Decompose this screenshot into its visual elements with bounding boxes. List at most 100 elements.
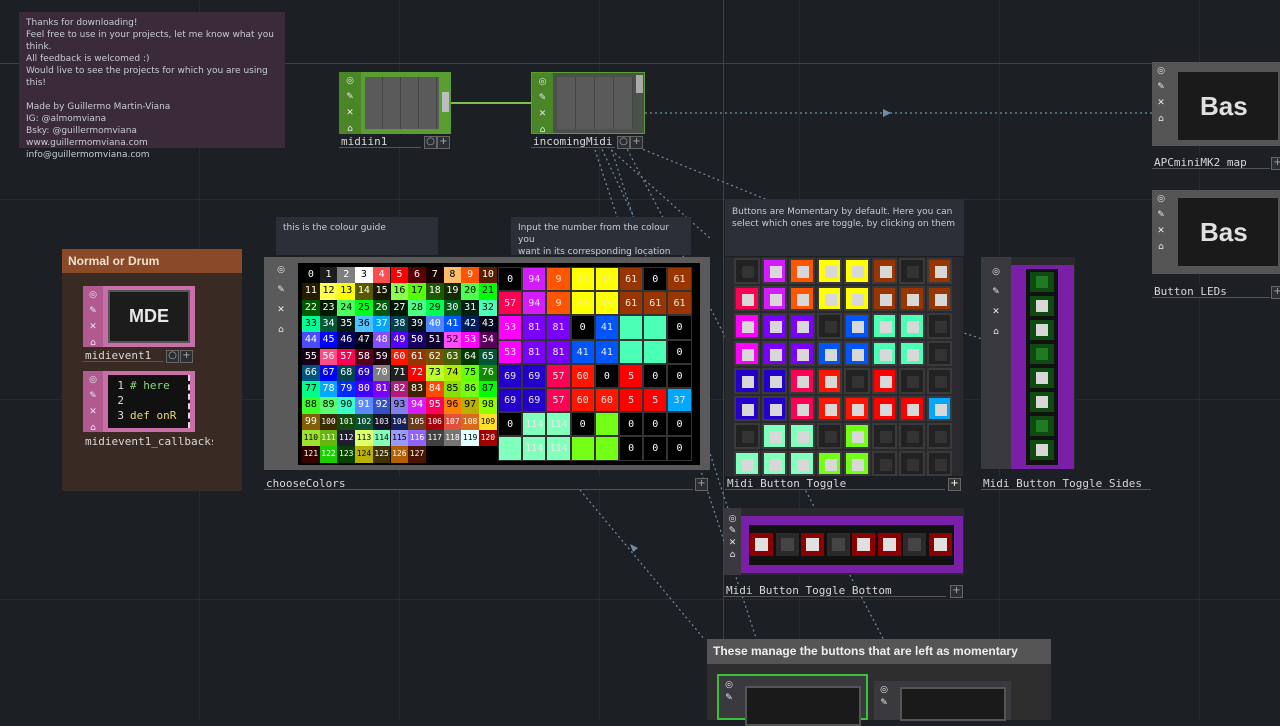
- input-colour-cell[interactable]: 0: [643, 412, 668, 437]
- close-icon[interactable]: ✕: [729, 538, 737, 548]
- close-icon[interactable]: ✕: [992, 307, 1000, 317]
- target-icon[interactable]: ◎: [725, 680, 733, 690]
- close-icon[interactable]: ✕: [277, 305, 285, 315]
- target-icon[interactable]: ◎: [992, 267, 1000, 277]
- input-colour-cell[interactable]: 9: [546, 267, 571, 292]
- pencil-icon[interactable]: ✎: [89, 306, 97, 316]
- midievent1-callbacks-label[interactable]: midievent1_callbacks: [83, 435, 213, 448]
- incomingmidi-plus-button[interactable]: +: [630, 136, 643, 149]
- toggle-pad[interactable]: [761, 395, 787, 421]
- sides-button-column[interactable]: [1026, 269, 1058, 465]
- toggle-pad[interactable]: [761, 368, 787, 394]
- side-toggle-pad[interactable]: [1030, 368, 1054, 388]
- input-colour-cell[interactable]: 13: [570, 267, 595, 292]
- input-colour-cell[interactable]: 61: [619, 267, 644, 292]
- input-colour-cell[interactable]: 9: [546, 291, 571, 316]
- input-colour-cell[interactable]: 0: [667, 412, 692, 437]
- input-colour-cell[interactable]: 0: [498, 267, 523, 292]
- target-icon[interactable]: ◎: [89, 375, 97, 385]
- input-colour-cell[interactable]: 114: [546, 436, 571, 461]
- close-icon[interactable]: ✕: [539, 109, 547, 119]
- button-leds-plus-button[interactable]: +: [1271, 286, 1280, 299]
- input-colour-cell[interactable]: 0: [594, 363, 619, 388]
- input-colour-cell[interactable]: [570, 436, 595, 461]
- close-icon[interactable]: ✕: [1157, 98, 1165, 108]
- toggle-pad[interactable]: [761, 423, 787, 449]
- target-icon[interactable]: ◎: [277, 265, 285, 275]
- toggle-pad[interactable]: [871, 395, 897, 421]
- bottom-toggle-pad[interactable]: [928, 533, 952, 556]
- bottom-toggle-pad[interactable]: [801, 533, 824, 556]
- midi-button-toggle-sides-node[interactable]: ◎ ✎ ✕ ⌂: [981, 257, 1075, 469]
- pencil-icon[interactable]: ✎: [729, 526, 737, 536]
- toggle-pad[interactable]: [734, 313, 760, 339]
- midi-button-toggle-plus-button[interactable]: +: [948, 478, 961, 491]
- pencil-icon[interactable]: ✎: [346, 92, 354, 102]
- input-colour-cell[interactable]: 69: [522, 363, 547, 388]
- toggle-pad[interactable]: [926, 258, 952, 284]
- pencil-icon[interactable]: ✎: [539, 93, 547, 103]
- toggle-pad[interactable]: [844, 395, 870, 421]
- toggle-pad[interactable]: [761, 258, 787, 284]
- bottom-toggle-pad[interactable]: [903, 533, 926, 556]
- toggle-pad[interactable]: [926, 423, 952, 449]
- input-colour-cell[interactable]: 41: [570, 339, 595, 364]
- toggle-pad[interactable]: [789, 450, 815, 476]
- toggle-pad[interactable]: [899, 423, 925, 449]
- input-colour-cell[interactable]: 69: [498, 363, 523, 388]
- toggle-pad[interactable]: [816, 450, 842, 476]
- bottom-toggle-pad[interactable]: [852, 533, 875, 556]
- input-colour-cell[interactable]: 0: [667, 436, 692, 461]
- lock-icon[interactable]: ⌂: [993, 327, 999, 337]
- pencil-icon[interactable]: ✎: [725, 693, 733, 703]
- toggle-pad[interactable]: [899, 368, 925, 394]
- lock-icon[interactable]: ⌂: [347, 124, 353, 134]
- input-colour-cell[interactable]: 0: [570, 315, 595, 340]
- toggle-pad[interactable]: [844, 340, 870, 366]
- target-icon[interactable]: ◎: [89, 290, 97, 300]
- target-icon[interactable]: ◎: [1157, 194, 1165, 204]
- input-colour-cell[interactable]: [619, 315, 644, 340]
- manage-node-1[interactable]: ◎ ✎: [717, 674, 868, 726]
- input-colour-cell[interactable]: 57: [546, 388, 571, 413]
- incomingmidi-output[interactable]: [636, 75, 643, 93]
- bottom-toggle-pad[interactable]: [826, 533, 850, 556]
- midi-button-toggle-bottom-plus-button[interactable]: +: [950, 585, 963, 598]
- midiin1-output[interactable]: [442, 92, 449, 112]
- lock-icon[interactable]: ⌂: [278, 325, 284, 335]
- input-colour-cell[interactable]: [498, 436, 523, 461]
- toggle-pad[interactable]: [844, 423, 870, 449]
- input-colour-cell[interactable]: [643, 315, 668, 340]
- input-colour-cell[interactable]: 81: [522, 315, 547, 340]
- toggle-pad[interactable]: [789, 285, 815, 311]
- input-colour-cell[interactable]: 0: [619, 436, 644, 461]
- toggle-pad[interactable]: [816, 423, 842, 449]
- button-leds-node[interactable]: ◎ ✎ ✕ ⌂ Bas: [1152, 190, 1280, 274]
- input-colour-cell[interactable]: 57: [546, 363, 571, 388]
- side-toggle-pad[interactable]: [1030, 344, 1054, 364]
- toggle-pad[interactable]: [899, 313, 925, 339]
- input-colour-cell[interactable]: 114: [522, 436, 547, 461]
- incomingmidi-viewer-toggle[interactable]: ○: [617, 136, 630, 149]
- toggle-pad[interactable]: [899, 258, 925, 284]
- input-colour-cell[interactable]: 53: [498, 339, 523, 364]
- lock-icon[interactable]: ⌂: [730, 550, 736, 560]
- pencil-icon[interactable]: ✎: [89, 391, 97, 401]
- side-toggle-pad[interactable]: [1030, 272, 1054, 292]
- pencil-icon[interactable]: ✎: [880, 698, 888, 708]
- toggle-button-grid[interactable]: [733, 257, 955, 476]
- bottom-button-row[interactable]: [749, 525, 954, 565]
- toggle-pad[interactable]: [734, 340, 760, 366]
- toggle-pad[interactable]: [734, 450, 760, 476]
- input-colour-cell[interactable]: [594, 412, 619, 437]
- lock-icon[interactable]: ⌂: [1158, 242, 1164, 252]
- input-colour-cell[interactable]: 53: [498, 315, 523, 340]
- pencil-icon[interactable]: ✎: [1157, 82, 1165, 92]
- side-toggle-pad[interactable]: [1030, 392, 1054, 412]
- input-colour-cell[interactable]: 81: [522, 339, 547, 364]
- input-colour-cell[interactable]: 60: [570, 388, 595, 413]
- midiin1-node[interactable]: ◎ ✎ ✕ ⌂: [339, 72, 451, 134]
- input-colour-cell[interactable]: 0: [667, 363, 692, 388]
- toggle-pad[interactable]: [816, 285, 842, 311]
- toggle-pad[interactable]: [844, 258, 870, 284]
